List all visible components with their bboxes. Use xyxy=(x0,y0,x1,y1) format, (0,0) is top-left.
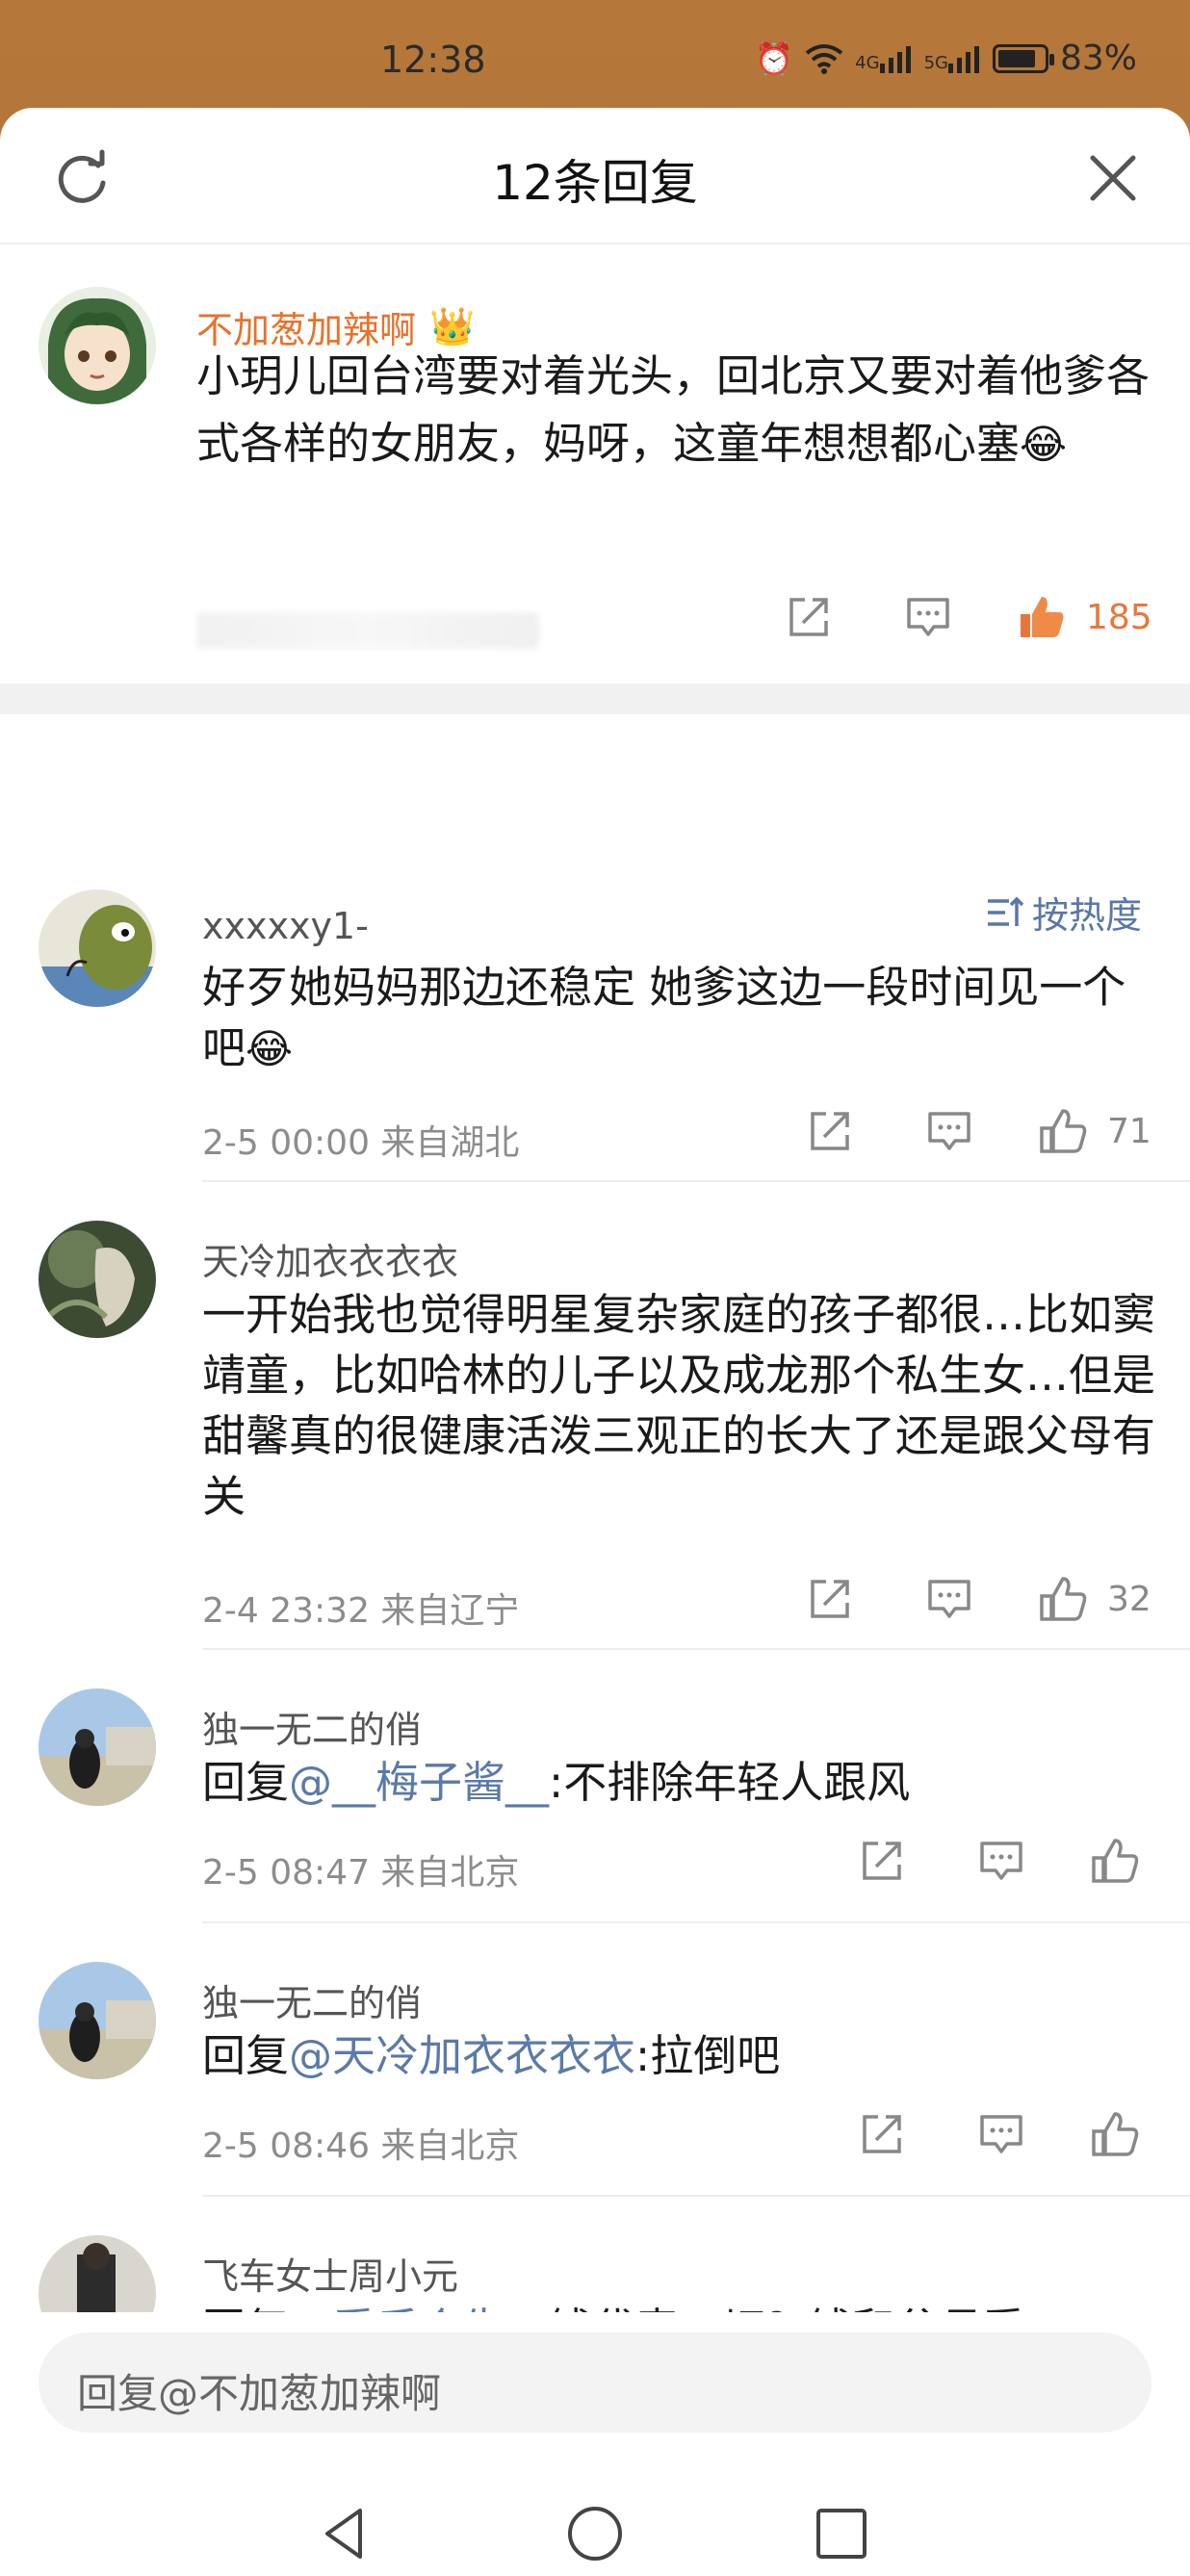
page-title: 12条回复 xyxy=(492,155,698,211)
reply-text: 回复@天冷加衣衣衣衣:拉倒吧 xyxy=(202,2030,781,2081)
thumbs-up-icon xyxy=(1092,1839,1139,1883)
reply-text: 好歹她妈妈那边还稳定 她爹这边一段时间见一个吧😂 xyxy=(202,962,1126,1073)
like-button[interactable] xyxy=(1090,2110,1140,2158)
thumbs-up-icon xyxy=(1040,1577,1087,1621)
reply-actions xyxy=(853,1837,1140,1885)
avatar[interactable] xyxy=(39,1962,156,2079)
share-icon[interactable] xyxy=(801,1108,859,1154)
divider xyxy=(202,1180,1190,1182)
comment-icon[interactable] xyxy=(972,2111,1030,2157)
avatar[interactable] xyxy=(39,1688,156,1806)
like-button[interactable]: 32 xyxy=(1038,1575,1151,1623)
status-bar: 12:38 ⏰ 4G 5G 83% xyxy=(0,0,1190,108)
avatar[interactable] xyxy=(39,889,156,1007)
signal-5g-icon: 5G xyxy=(924,44,981,73)
divider xyxy=(202,1921,1190,1923)
reply-actions xyxy=(853,2110,1140,2158)
reply-meta: 2-5 08:46 来自北京 xyxy=(202,2126,520,2166)
mention-link[interactable]: @天冷加衣衣衣衣 xyxy=(289,2030,635,2081)
comment-icon[interactable] xyxy=(899,594,957,640)
like-button[interactable] xyxy=(1090,1837,1140,1885)
sort-icon xyxy=(987,896,1024,926)
wifi-icon xyxy=(805,43,843,74)
laugh-cry-emoji-icon: 😂 xyxy=(1020,421,1068,468)
system-nav-bar xyxy=(0,2495,1190,2576)
replies-sheet: 12条回复 不加葱加辣啊 👑 小玥儿回台湾要对着光头，回北京又要对着他爹各式各样… xyxy=(0,108,1190,2576)
laugh-cry-emoji-icon: 😂 xyxy=(246,1025,294,1072)
battery-percent: 83% xyxy=(1059,39,1137,78)
reply-text: 回复@爱后合生…钱代表…切？钱和父母爱 xyxy=(202,2299,1155,2312)
reply-author[interactable]: 飞车女士周小元 xyxy=(202,2247,458,2300)
signal-4g-icon: 4G xyxy=(855,44,912,73)
root-comment: 不加葱加辣啊 👑 小玥儿回台湾要对着光头，回北京又要对着他爹各式各样的女朋友，妈… xyxy=(0,245,1190,714)
status-icons: ⏰ 4G 5G 83% xyxy=(755,39,1137,78)
alarm-icon: ⏰ xyxy=(755,39,794,77)
reply-input[interactable]: 回复@不加葱加辣啊 xyxy=(39,2332,1151,2433)
blurred-meta xyxy=(196,612,539,649)
reply-meta: 2-4 23:32 来自辽宁 xyxy=(202,1591,520,1631)
reply-actions: 32 xyxy=(801,1575,1151,1623)
reply-meta: 2-5 00:00 来自湖北 xyxy=(202,1123,520,1163)
like-count: 32 xyxy=(1107,1579,1151,1619)
reply-actions: 71 xyxy=(801,1107,1151,1155)
share-icon[interactable] xyxy=(853,2111,911,2157)
reply-author[interactable]: 独一无二的俏 xyxy=(202,1973,422,2026)
like-count: 71 xyxy=(1107,1111,1151,1151)
reply-text: 回复@__梅子酱__:不排除年轻人跟风 xyxy=(202,1757,911,1808)
share-icon[interactable] xyxy=(853,1838,911,1884)
battery-icon xyxy=(992,43,1054,73)
mention-link[interactable]: @__梅子酱__ xyxy=(289,1757,549,1808)
comment-icon[interactable] xyxy=(920,1108,978,1154)
divider xyxy=(202,1648,1190,1650)
reply-text: 一开始我也觉得明星复杂家庭的孩子都很…比如窦靖童，比如哈林的儿子以及成龙那个私生… xyxy=(202,1289,1156,1522)
list-item: 飞车女士周小元 回复@爱后合生…钱代表…切？钱和父母爱 xyxy=(0,2235,1190,2312)
comment-icon[interactable] xyxy=(972,1838,1030,1884)
close-icon[interactable] xyxy=(1079,144,1147,212)
avatar[interactable] xyxy=(39,287,156,404)
reply-author[interactable]: 独一无二的俏 xyxy=(202,1700,422,1753)
share-icon[interactable] xyxy=(801,1576,859,1622)
status-time: 12:38 xyxy=(380,39,486,81)
like-button[interactable]: 185 xyxy=(1017,593,1152,641)
avatar[interactable] xyxy=(39,1221,156,1338)
divider xyxy=(202,2195,1190,2197)
comment-icon[interactable] xyxy=(920,1576,978,1622)
root-actions: 185 xyxy=(780,593,1152,641)
thumbs-up-icon xyxy=(1021,597,1064,637)
like-button[interactable]: 71 xyxy=(1038,1107,1151,1155)
root-comment-text: 小玥儿回台湾要对着光头，回北京又要对着他爹各式各样的女朋友，妈呀，这童年想想都心… xyxy=(196,350,1151,469)
mention-link[interactable]: @爱后合生… xyxy=(289,2304,549,2312)
avatar[interactable] xyxy=(39,2235,156,2312)
reply-author[interactable]: xxxxxy1- xyxy=(202,905,369,947)
sheet-header: 12条回复 xyxy=(0,108,1190,245)
share-icon[interactable] xyxy=(780,594,838,640)
home-icon[interactable] xyxy=(556,2495,634,2572)
recents-icon[interactable] xyxy=(803,2495,880,2572)
reply-meta: 2-5 08:47 来自北京 xyxy=(202,1853,520,1893)
sort-button[interactable]: 按热度 xyxy=(986,886,1142,939)
thumbs-up-icon xyxy=(1040,1109,1087,1153)
thumbs-up-icon xyxy=(1092,2112,1139,2156)
like-count: 185 xyxy=(1086,597,1152,637)
reply-author[interactable]: 天冷加衣衣衣衣 xyxy=(202,1232,458,1285)
back-icon[interactable] xyxy=(306,2495,383,2572)
